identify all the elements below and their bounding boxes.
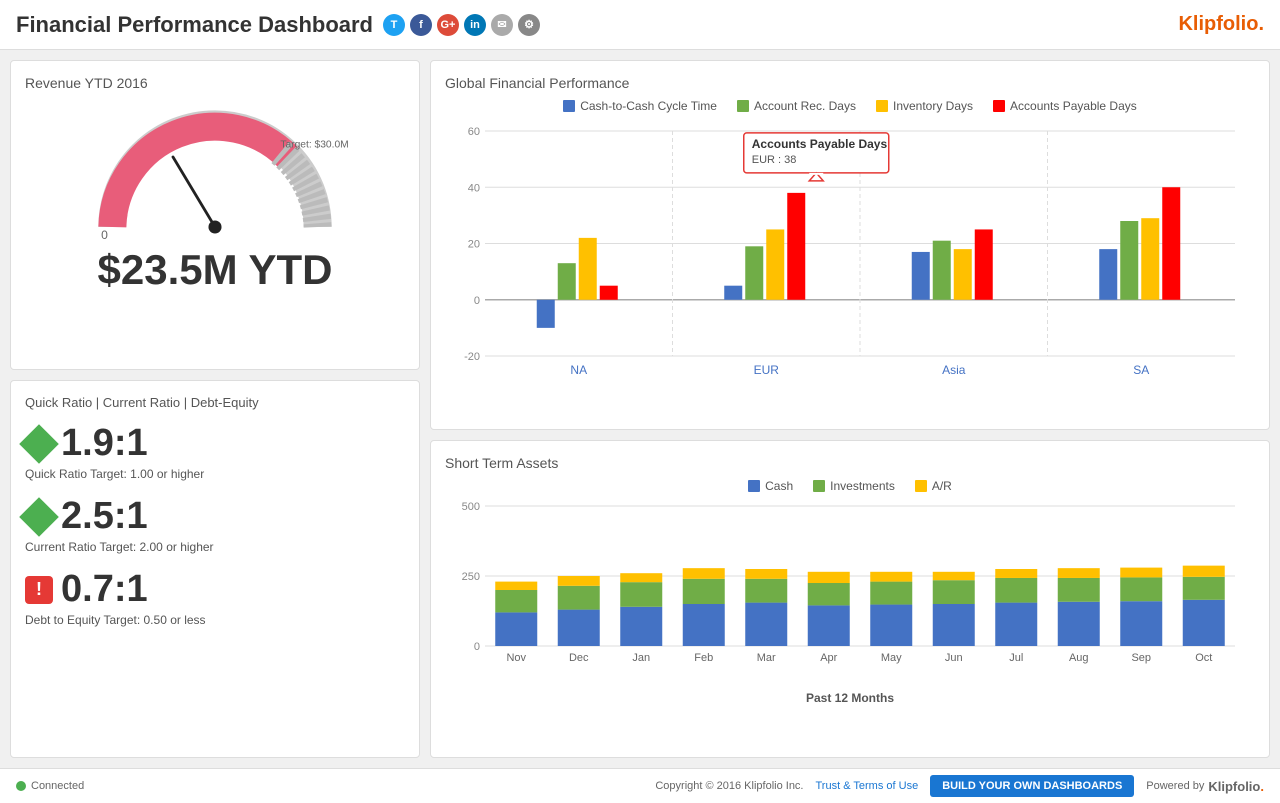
- svg-text:Jun: Jun: [945, 652, 963, 664]
- svg-text:EUR: EUR: [754, 363, 780, 377]
- main-content: Revenue YTD 2016 0 Target: $30.0M: [0, 50, 1280, 768]
- svg-text:May: May: [881, 652, 902, 664]
- global-chart-title: Global Financial Performance: [445, 75, 1255, 91]
- revenue-value: $23.5M YTD: [98, 246, 333, 293]
- legend-item: Accounts Payable Days: [993, 99, 1137, 113]
- svg-text:Accounts Payable Days: Accounts Payable Days: [752, 137, 888, 151]
- short-term-bar-chart: 0 250 500 Nov Dec Jan Feb Mar Apr May Jun Jul Aug Sep…: [445, 501, 1255, 686]
- svg-text:Nov: Nov: [506, 652, 526, 664]
- gauge-container: 0 Target: $30.0M: [25, 101, 405, 241]
- svg-text:NA: NA: [570, 363, 587, 377]
- social-icons: T f G+ in ✉ ⚙: [383, 14, 540, 36]
- current-ratio-value: 2.5:1: [61, 495, 148, 538]
- global-chart-legend: Cash-to-Cash Cycle Time Account Rec. Days…: [445, 99, 1255, 113]
- svg-text:500: 500: [462, 501, 480, 513]
- debt-ratio-target: Debt to Equity Target: 0.50 or less: [25, 613, 405, 627]
- copyright-text: Copyright © 2016 Klipfolio Inc.: [655, 780, 803, 792]
- global-bar-chart: -20 0 20 40 60 NA EUR Asia SA Accounts Payable Da…: [445, 121, 1255, 406]
- quick-ratio-target: Quick Ratio Target: 1.00 or higher: [25, 467, 405, 481]
- trust-link[interactable]: Trust & Terms of Use: [816, 780, 919, 792]
- connected-label: Connected: [31, 780, 84, 792]
- revenue-title: Revenue YTD 2016: [25, 75, 405, 91]
- current-ratio-icon: [19, 497, 59, 537]
- legend-item: A/R: [915, 479, 952, 493]
- short-term-legend: Cash Investments A/R: [445, 479, 1255, 493]
- svg-text:Feb: Feb: [694, 652, 713, 664]
- google-icon[interactable]: G+: [437, 14, 459, 36]
- revenue-card: Revenue YTD 2016 0 Target: $30.0M: [10, 60, 420, 370]
- footer-logo: Klipfolio.: [1208, 779, 1264, 794]
- connected-dot: [16, 781, 26, 791]
- connected-status: Connected: [16, 780, 84, 792]
- svg-text:20: 20: [468, 239, 480, 251]
- svg-text:Dec: Dec: [569, 652, 589, 664]
- left-column: Revenue YTD 2016 0 Target: $30.0M: [10, 60, 420, 758]
- svg-text:EUR : 38: EUR : 38: [752, 154, 797, 166]
- svg-text:Sep: Sep: [1131, 652, 1151, 664]
- svg-text:Asia: Asia: [942, 363, 966, 377]
- facebook-icon[interactable]: f: [410, 14, 432, 36]
- short-term-x-label: Past 12 Months: [445, 691, 1255, 705]
- svg-text:Jul: Jul: [1009, 652, 1023, 664]
- legend-item: Cash: [748, 479, 793, 493]
- current-ratio-target: Current Ratio Target: 2.00 or higher: [25, 540, 405, 554]
- svg-text:Oct: Oct: [1195, 652, 1212, 664]
- twitter-icon[interactable]: T: [383, 14, 405, 36]
- svg-text:Jan: Jan: [632, 652, 650, 664]
- debt-ratio-row: ! 0.7:1: [25, 568, 405, 611]
- header-left: Financial Performance Dashboard T f G+ i…: [16, 12, 540, 38]
- linkedin-icon[interactable]: in: [464, 14, 486, 36]
- svg-text:0: 0: [101, 228, 108, 241]
- svg-text:40: 40: [468, 182, 480, 194]
- quick-ratio-icon: [19, 424, 59, 464]
- svg-text:SA: SA: [1133, 363, 1149, 377]
- svg-text:Mar: Mar: [757, 652, 776, 664]
- footer: Connected Copyright © 2016 Klipfolio Inc…: [0, 768, 1280, 803]
- svg-text:0: 0: [474, 295, 480, 307]
- build-dashboards-button[interactable]: BUILD YOUR OWN DASHBOARDS: [930, 775, 1134, 797]
- settings-icon[interactable]: ⚙: [518, 14, 540, 36]
- global-chart-card: Global Financial Performance Cash-to-Cas…: [430, 60, 1270, 430]
- gauge-chart: 0 Target: $30.0M: [75, 101, 355, 241]
- legend-item: Account Rec. Days: [737, 99, 856, 113]
- legend-item: Cash-to-Cash Cycle Time: [563, 99, 717, 113]
- ratios-title: Quick Ratio | Current Ratio | Debt-Equit…: [25, 395, 405, 410]
- short-term-title: Short Term Assets: [445, 455, 1255, 471]
- quick-ratio-value: 1.9:1: [61, 422, 148, 465]
- svg-text:60: 60: [468, 126, 480, 138]
- debt-ratio-icon: !: [25, 576, 53, 604]
- short-term-card: Short Term Assets Cash Investments A/R 0 25…: [430, 440, 1270, 758]
- legend-item: Inventory Days: [876, 99, 973, 113]
- svg-text:Aug: Aug: [1069, 652, 1089, 664]
- svg-text:-20: -20: [464, 351, 480, 363]
- page-title: Financial Performance Dashboard: [16, 12, 373, 38]
- right-column: Global Financial Performance Cash-to-Cas…: [430, 60, 1270, 758]
- klipfolio-logo: Klipfolio.: [1178, 13, 1264, 36]
- current-ratio-row: 2.5:1: [25, 495, 405, 538]
- ratios-card: Quick Ratio | Current Ratio | Debt-Equit…: [10, 380, 420, 758]
- svg-text:0: 0: [474, 641, 480, 653]
- powered-by: Powered by Klipfolio.: [1146, 779, 1264, 794]
- svg-text:250: 250: [462, 571, 480, 583]
- email-icon[interactable]: ✉: [491, 14, 513, 36]
- debt-ratio-value: 0.7:1: [61, 568, 148, 611]
- svg-text:Apr: Apr: [820, 652, 837, 664]
- footer-right: Copyright © 2016 Klipfolio Inc. Trust & …: [655, 775, 1264, 797]
- svg-text:Target: $30.0M: Target: $30.0M: [280, 140, 348, 151]
- header: Financial Performance Dashboard T f G+ i…: [0, 0, 1280, 50]
- legend-item: Investments: [813, 479, 895, 493]
- quick-ratio-row: 1.9:1: [25, 422, 405, 465]
